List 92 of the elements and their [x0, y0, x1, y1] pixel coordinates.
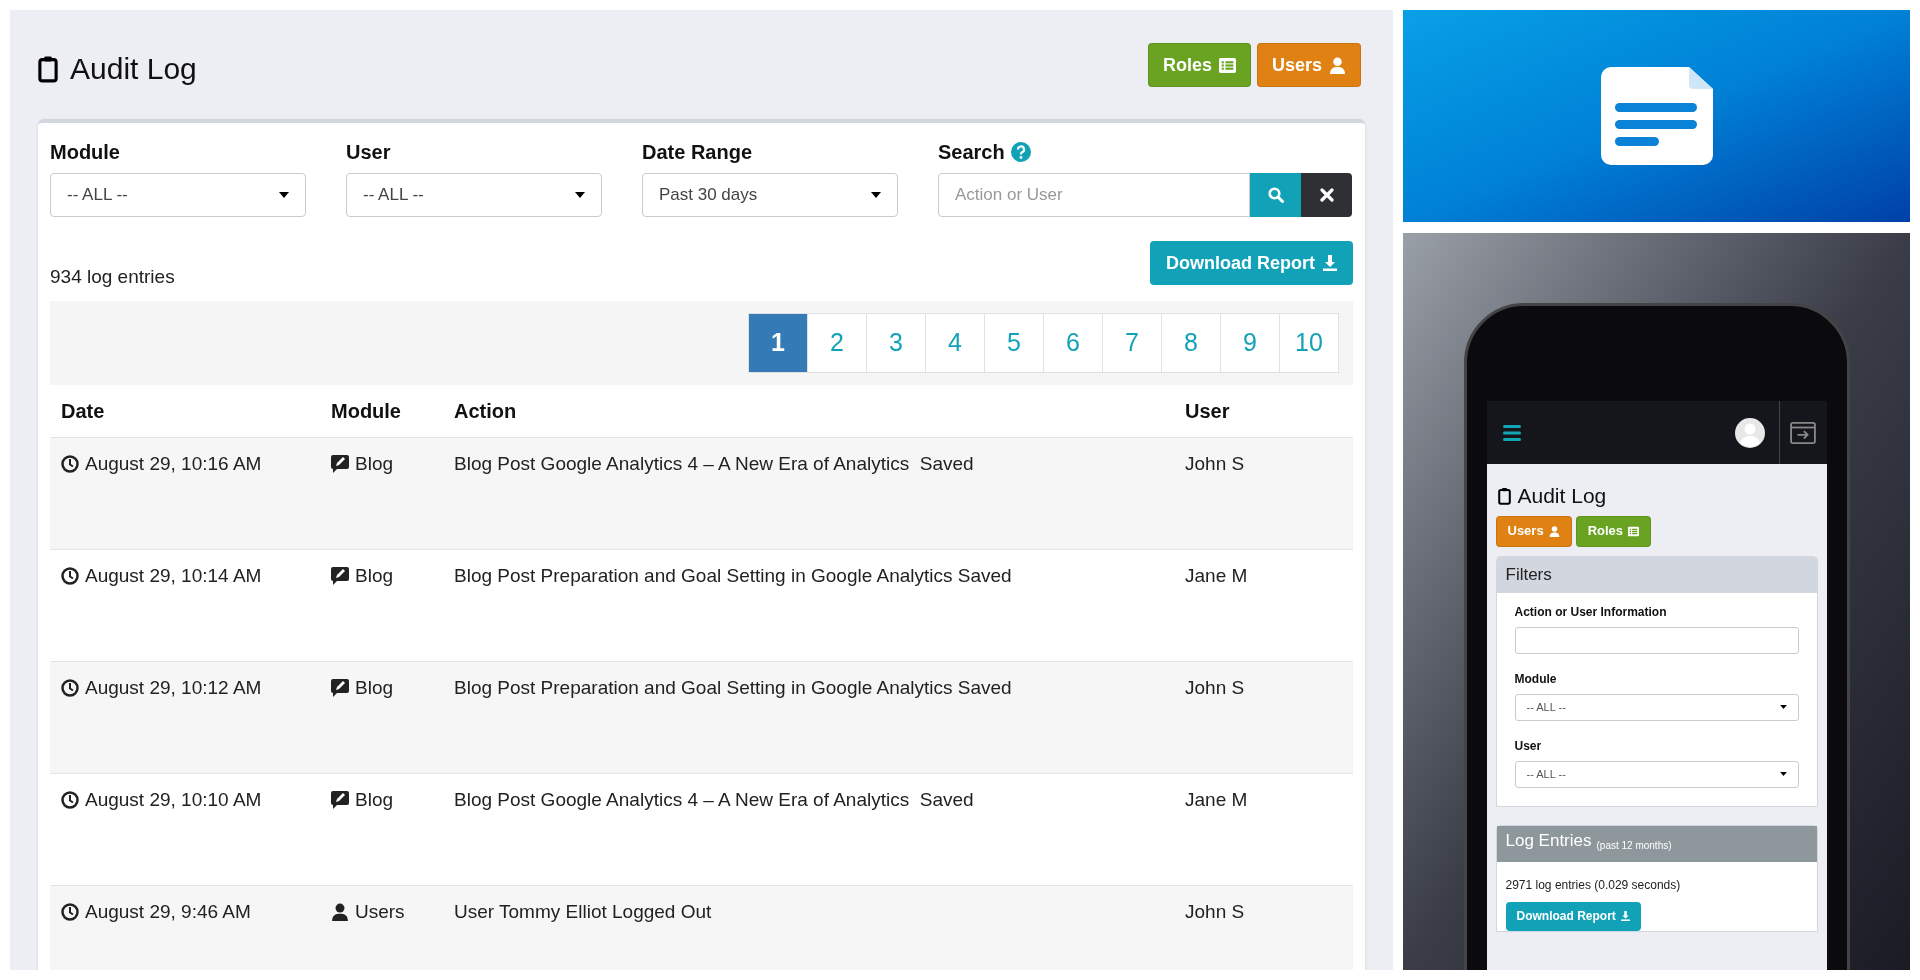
clear-button[interactable]: [1301, 173, 1352, 217]
caret-icon: [575, 192, 585, 198]
column-header: Action: [454, 399, 518, 424]
filter-label: User: [346, 140, 391, 165]
user-icon: [331, 903, 349, 922]
action-cell-text: Blog Post Preparation and Goal Setting in Google Analytics Saved: [454, 676, 1013, 700]
clock-icon: [61, 679, 79, 698]
user-icon: [1329, 56, 1346, 74]
page-button[interactable]: 2: [807, 313, 867, 373]
field-label: Module: [1514, 670, 1558, 688]
dropdown[interactable]: -- ALL --: [1514, 693, 1799, 721]
page-button[interactable]: 4: [925, 313, 985, 373]
page-title: Audit Log: [1517, 483, 1607, 509]
users-button[interactable]: Users: [1495, 515, 1572, 547]
filter-label: Date Range: [642, 140, 753, 165]
module-cell-text: Blog: [355, 452, 394, 476]
dropdown[interactable]: Past 30 days: [642, 173, 898, 217]
action-cell-text: Blog Post Google Analytics 4 – A New Era of Analytics Saved: [454, 788, 975, 812]
avatar-icon: [1734, 417, 1765, 448]
menu-icon: [1502, 424, 1521, 441]
user-cell-text: Jane M: [1185, 564, 1249, 588]
page-button[interactable]: 8: [1161, 313, 1221, 373]
entry-count: 934 log entries: [50, 264, 175, 289]
date-cell-text: August 29, 10:12 AM: [85, 676, 262, 700]
list-icon: [1218, 56, 1236, 74]
dropdown[interactable]: -- ALL --: [50, 173, 306, 217]
dropdown[interactable]: -- ALL --: [346, 173, 602, 217]
clock-icon: [61, 567, 79, 586]
panel-subtitle: (past 12 months): [1596, 838, 1672, 853]
roles-button[interactable]: Roles: [1147, 43, 1251, 87]
column-header: Date: [61, 399, 106, 424]
search-icon: [1267, 187, 1284, 203]
page-button[interactable]: 3: [866, 313, 926, 373]
user-icon: [1548, 525, 1560, 537]
dropdown[interactable]: -- ALL --: [1514, 760, 1799, 788]
close-icon: [1319, 188, 1334, 202]
download-icon: [1620, 911, 1630, 921]
edit-icon: [331, 455, 349, 474]
action-cell-text: Blog Post Google Analytics 4 – A New Era of Analytics Saved: [454, 452, 975, 476]
date-cell-text: August 29, 10:10 AM: [85, 788, 262, 812]
clock-icon: [61, 903, 79, 922]
edit-icon: [331, 679, 349, 698]
edit-icon: [331, 567, 349, 586]
action-cell-text: User Tommy Elliot Logged Out: [454, 900, 713, 924]
text-field[interactable]: [1514, 626, 1799, 654]
clipboard-icon: [1497, 486, 1511, 505]
user-cell-text: Jane M: [1185, 788, 1249, 812]
clock-icon: [61, 791, 79, 810]
list-icon: [1628, 525, 1640, 537]
date-cell-text: August 29, 9:46 AM: [85, 900, 251, 924]
user-cell-text: John S: [1185, 676, 1246, 700]
document-icon: [1600, 67, 1713, 165]
menu-button[interactable]: [1502, 424, 1521, 441]
download-button[interactable]: Download Report: [1150, 241, 1353, 285]
page-button[interactable]: 10: [1279, 313, 1339, 373]
page-button[interactable]: 9: [1220, 313, 1280, 373]
action-cell-text: Blog Post Preparation and Goal Setting in Google Analytics Saved: [454, 564, 1013, 588]
caret-icon: [279, 192, 289, 198]
module-cell-text: Blog: [355, 564, 394, 588]
page-title: Audit Log: [70, 51, 197, 87]
user-cell-text: John S: [1185, 452, 1246, 476]
caret-icon: [871, 192, 881, 198]
filter-label: Module: [50, 140, 120, 165]
field-label: Action or User Information: [1514, 603, 1668, 621]
entry-count: 2971 log entries (0.029 seconds): [1505, 876, 1681, 894]
panel-header: Filters: [1496, 556, 1817, 593]
search-field[interactable]: Action or User: [938, 173, 1250, 217]
module-cell-text: Blog: [355, 788, 394, 812]
roles-button[interactable]: Roles: [1575, 515, 1652, 547]
page-button[interactable]: 6: [1043, 313, 1103, 373]
users-button[interactable]: Users: [1256, 43, 1361, 87]
field-label: User: [1514, 737, 1543, 755]
page-button[interactable]: 5: [984, 313, 1044, 373]
help-icon: [1010, 142, 1031, 162]
page-button[interactable]: 7: [1102, 313, 1162, 373]
download-button[interactable]: Download Report: [1505, 901, 1641, 931]
filter-label: Search: [938, 140, 1005, 165]
module-cell-text: Blog: [355, 676, 394, 700]
clipboard-icon: [38, 54, 58, 83]
date-cell-text: August 29, 10:14 AM: [85, 564, 262, 588]
panel-title: Log Entries: [1505, 830, 1592, 852]
clock-icon: [61, 455, 79, 474]
caret-icon: [1779, 705, 1787, 709]
edit-icon: [331, 791, 349, 810]
user-cell-text: John S: [1185, 900, 1246, 924]
download-icon: [1323, 255, 1337, 271]
column-header: Module: [331, 399, 402, 424]
page-button[interactable]: 1: [748, 313, 808, 373]
date-cell-text: August 29, 10:16 AM: [85, 452, 262, 476]
module-cell-text: Users: [355, 900, 405, 924]
caret-icon: [1779, 772, 1787, 776]
column-header: User: [1185, 399, 1231, 424]
